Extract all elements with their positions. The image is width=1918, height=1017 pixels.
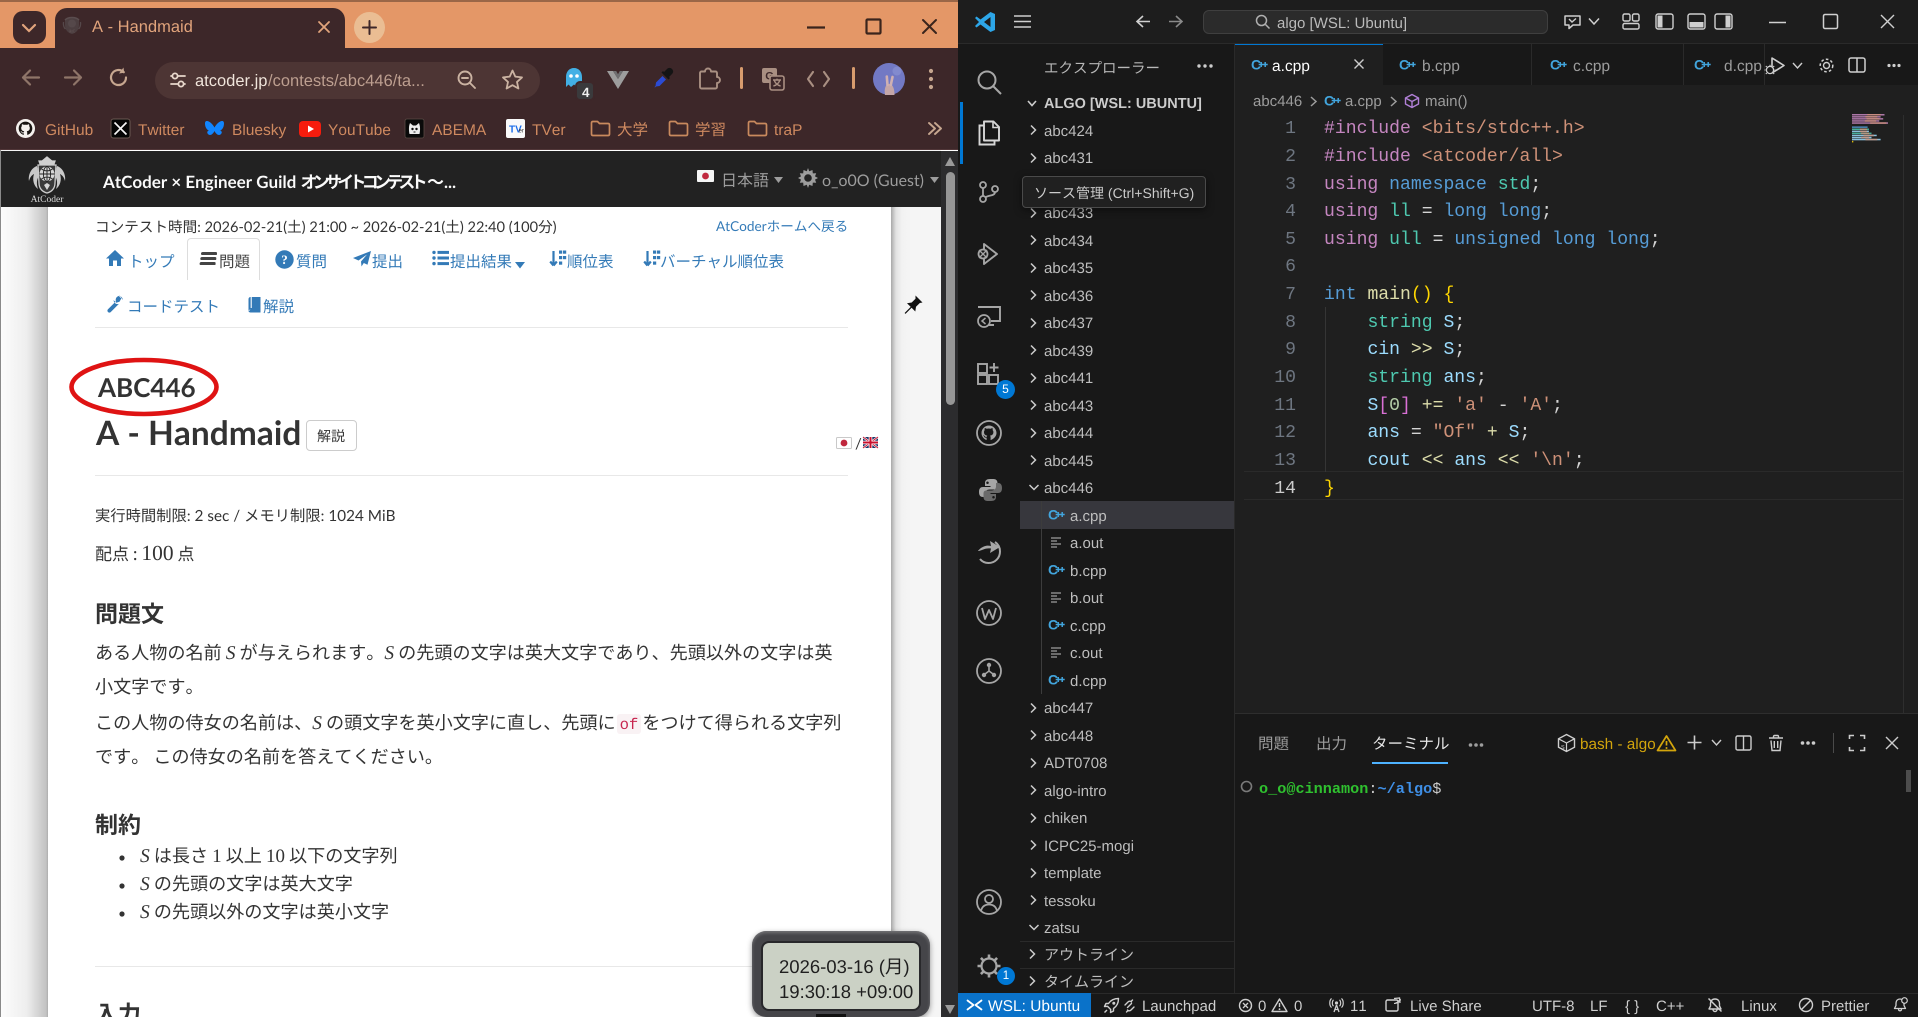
svg-text:AtCoder: AtCoder: [31, 195, 65, 205]
svg-text:er: er: [519, 129, 524, 135]
svg-text:AtC: AtC: [69, 29, 76, 34]
svg-text:S: S: [1561, 745, 1565, 751]
svg-text:?: ?: [282, 252, 289, 267]
